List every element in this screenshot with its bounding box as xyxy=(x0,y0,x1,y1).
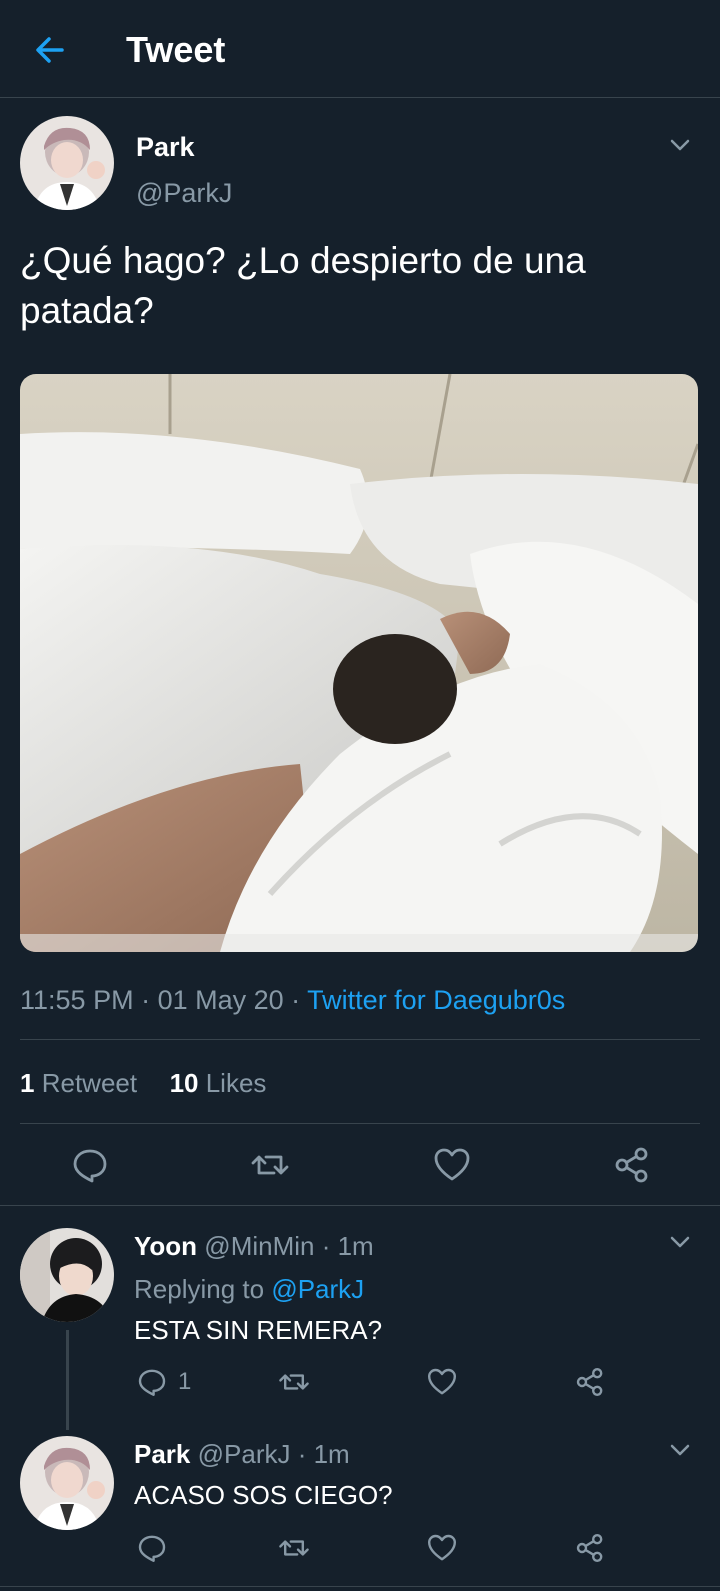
reply-icon[interactable] xyxy=(70,1145,110,1185)
retweet-icon[interactable] xyxy=(278,1366,310,1398)
tweet-photo[interactable] xyxy=(20,374,698,952)
page-title: Tweet xyxy=(126,29,226,70)
meta-separator: · xyxy=(290,1439,314,1469)
meta-separator: · xyxy=(133,985,158,1015)
retweet-icon[interactable] xyxy=(250,1145,290,1185)
divider xyxy=(0,1205,720,1206)
tweet-date: 01 May 20 xyxy=(157,985,284,1015)
share-icon[interactable] xyxy=(574,1532,606,1564)
avatar[interactable] xyxy=(20,116,114,210)
reply-time: 1m xyxy=(337,1231,374,1261)
tweet-time: 11:55 PM xyxy=(20,985,134,1015)
divider xyxy=(20,1039,700,1040)
meta-separator: · xyxy=(314,1231,338,1261)
author-handle[interactable]: @ParkJ xyxy=(136,176,232,210)
replying-to-label: Replying to xyxy=(134,1274,265,1304)
like-heart-icon[interactable] xyxy=(426,1366,458,1398)
retweets-count: 1 xyxy=(20,1068,35,1098)
retweets-stat[interactable]: 1 Retweet xyxy=(20,1068,137,1098)
share-icon[interactable] xyxy=(612,1145,652,1185)
avatar[interactable] xyxy=(20,1436,114,1530)
reply-author-name[interactable]: Park xyxy=(134,1439,190,1469)
reply-author-handle[interactable]: @MinMin xyxy=(204,1231,314,1261)
reply-header: Yoon @MinMin · 1m xyxy=(134,1229,374,1263)
tweet-stats: 1 Retweet 10 Likes xyxy=(20,1066,266,1100)
reply-count: 1 xyxy=(178,1368,192,1395)
reply-text: ESTA SIN REMERA? xyxy=(134,1315,383,1345)
reply-author-handle[interactable]: @ParkJ xyxy=(198,1439,291,1469)
tweet-meta: 11:55 PM · 01 May 20 · Twitter for Daegu… xyxy=(20,982,565,1018)
likes-stat[interactable]: 10 Likes xyxy=(170,1068,267,1098)
like-heart-icon[interactable] xyxy=(432,1145,472,1185)
back-arrow-icon[interactable] xyxy=(30,30,70,70)
tweet-source-link[interactable]: Twitter for Daegubr0s xyxy=(307,985,565,1015)
chevron-down-icon[interactable] xyxy=(668,133,692,157)
replying-to: Replying to @ParkJ xyxy=(134,1272,364,1306)
retweet-icon[interactable] xyxy=(278,1532,310,1564)
chevron-down-icon[interactable] xyxy=(668,1438,692,1462)
thread-connector-line xyxy=(66,1330,69,1430)
author-name[interactable]: Park xyxy=(136,130,195,164)
reply-icon[interactable] xyxy=(136,1532,168,1564)
avatar[interactable] xyxy=(20,1228,114,1322)
tweet-text: ¿Qué hago? ¿Lo despierto de una patada? xyxy=(20,240,586,331)
reply-time: 1m xyxy=(313,1439,350,1469)
top-bar: Tweet xyxy=(0,0,720,98)
reply-header: Park @ParkJ · 1m xyxy=(134,1437,350,1471)
likes-count: 10 xyxy=(169,1068,199,1098)
meta-separator: · xyxy=(283,985,308,1015)
divider xyxy=(20,1123,700,1124)
replying-to-handle[interactable]: @ParkJ xyxy=(271,1274,364,1304)
reply-icon[interactable] xyxy=(136,1366,168,1398)
likes-label: Likes xyxy=(205,1068,267,1098)
retweets-label: Retweet xyxy=(41,1068,138,1098)
chevron-down-icon[interactable] xyxy=(668,1230,692,1254)
divider xyxy=(0,1586,720,1587)
share-icon[interactable] xyxy=(574,1366,606,1398)
like-heart-icon[interactable] xyxy=(426,1532,458,1564)
reply-author-name[interactable]: Yoon xyxy=(134,1231,197,1261)
reply-text: ACASO SOS CIEGO? xyxy=(134,1480,393,1510)
